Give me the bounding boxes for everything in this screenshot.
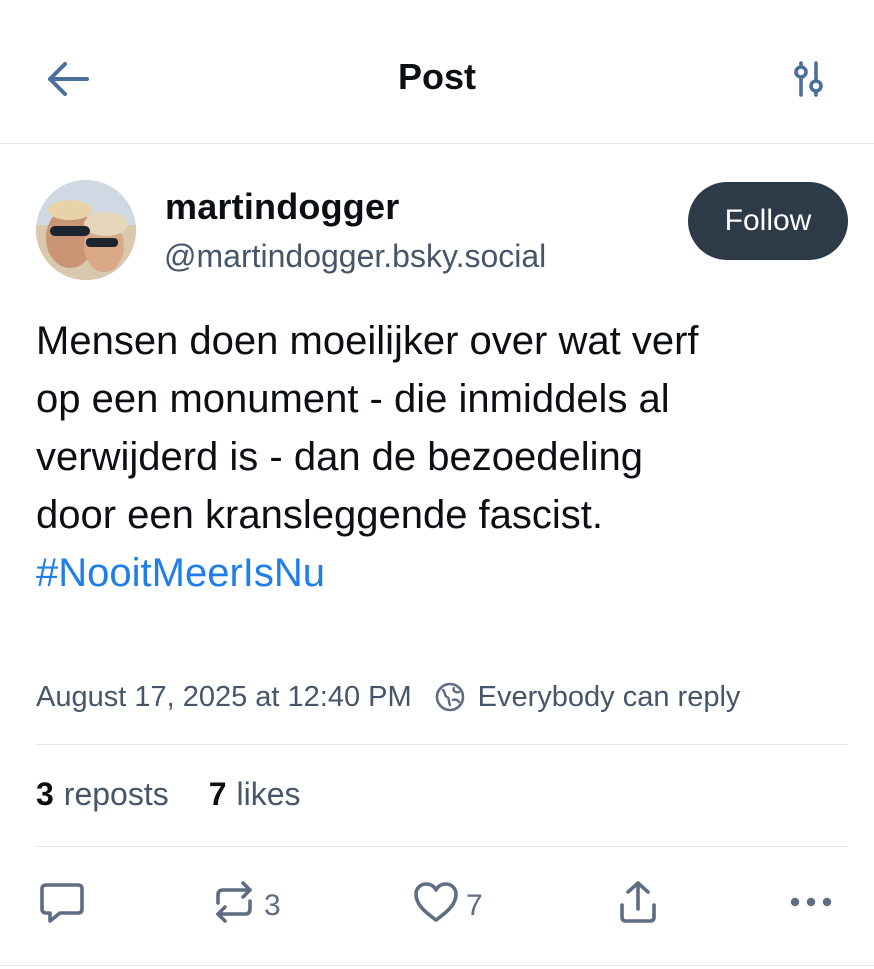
repost-button[interactable]: 3 (210, 880, 281, 932)
author-handle[interactable]: @martindogger.bsky.social (164, 238, 546, 275)
post-text: Mensen doen moeilijker over wat verf op … (36, 312, 836, 602)
reposts-count: 3 (36, 776, 54, 812)
repost-icon (210, 879, 258, 933)
sliders-icon (790, 59, 826, 104)
post-text-line: Mensen doen moeilijker over wat verf (36, 319, 699, 363)
avatar[interactable] (36, 180, 136, 280)
follow-button[interactable]: Follow (688, 182, 848, 260)
thread-settings-button[interactable] (782, 58, 834, 104)
post-text-line: door een kransleggende fascist. (36, 493, 604, 537)
divider (0, 965, 874, 966)
likes-count-link[interactable]: 7 likes (209, 776, 301, 813)
likes-count: 7 (208, 776, 227, 812)
more-options-button[interactable] (786, 880, 836, 932)
action-bar: 3 7 (0, 880, 874, 932)
globe-icon (434, 681, 466, 713)
hashtag-link[interactable]: #NooitMeerIsNu (36, 544, 836, 602)
post-meta: August 17, 2025 at 12:40 PM Everybody ca… (36, 675, 740, 719)
repost-count: 3 (264, 889, 281, 922)
post-text-line: op een monument - die inmiddels al (36, 377, 670, 421)
reply-button[interactable] (38, 880, 86, 932)
author-display-name[interactable]: martindogger (165, 186, 399, 228)
post-text-line: verwijderd is - dan de bezoedeling (36, 435, 644, 479)
divider (36, 846, 848, 847)
share-icon (614, 879, 662, 933)
post-timestamp: August 17, 2025 at 12:40 PM (36, 680, 412, 713)
reply-setting[interactable]: Everybody can reply (434, 680, 741, 714)
heart-icon (412, 879, 460, 933)
reposts-count-link[interactable]: 3 reposts (36, 776, 169, 813)
top-bar: Post (0, 0, 874, 144)
reply-setting-label: Everybody can reply (477, 680, 741, 713)
like-count: 7 (466, 889, 483, 922)
reposts-label: reposts (63, 776, 169, 812)
engagement-counts: 3 reposts 7 likes (36, 776, 301, 813)
like-button[interactable]: 7 (412, 880, 483, 932)
divider (36, 744, 848, 745)
page-title: Post (397, 56, 476, 97)
comment-icon (38, 879, 86, 933)
ellipsis-icon (786, 879, 836, 933)
share-button[interactable] (614, 880, 662, 932)
likes-label: likes (236, 776, 301, 812)
